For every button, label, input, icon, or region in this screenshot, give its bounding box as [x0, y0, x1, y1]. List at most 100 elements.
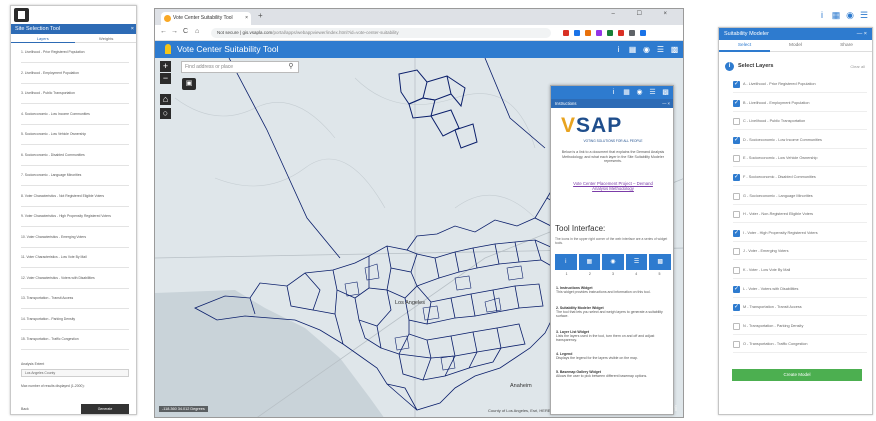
criteria-row[interactable]: 14. Transportation - Parking Density	[21, 317, 131, 321]
layer-checkbox-item[interactable]: I - Voter - High Propensity Registered V…	[733, 229, 867, 238]
layer-checkbox-item[interactable]: H - Voter - Non-Registered Eligible Vote…	[733, 210, 867, 219]
extension-icon[interactable]	[640, 30, 646, 36]
list-icon[interactable]: ☰	[648, 88, 657, 97]
search-icon[interactable]: ⚲	[285, 62, 297, 72]
checkbox-checked-icon[interactable]	[733, 99, 740, 107]
criteria-row[interactable]: 3. Livelihood - Public Transportation	[21, 91, 131, 95]
basemap-icon[interactable]: ◉	[641, 44, 652, 55]
checkbox-checked-icon[interactable]	[733, 229, 740, 237]
criteria-row[interactable]: 7. Socioeconomic - Language Minorities	[21, 173, 131, 177]
layer-checkbox-item[interactable]: J - Voter - Emerging Voters	[733, 247, 867, 256]
url-field[interactable]: Not secure | gis.vsapla.com/portal/apps/…	[211, 28, 551, 38]
create-model-button[interactable]: Create Model	[732, 369, 862, 381]
new-tab-button[interactable]: +	[258, 11, 263, 20]
extension-icon[interactable]	[607, 30, 613, 36]
layer-checkbox-item[interactable]: F - Socioeconomic - Disabled Communities	[733, 173, 867, 182]
checkbox-checked-icon[interactable]	[733, 136, 740, 144]
criteria-row[interactable]: 11. Voter Characteristics - Low Vote By …	[21, 255, 131, 259]
row-divider	[21, 62, 129, 63]
criteria-row[interactable]: 2. Livelihood - Employment Population	[21, 71, 131, 75]
basemap-icon[interactable]: ◉	[844, 9, 856, 21]
tab-select[interactable]: Select	[719, 40, 770, 52]
layer-toggle-icon[interactable]: ▣	[182, 78, 196, 90]
app-menu-icon[interactable]	[14, 8, 29, 22]
layer-checkbox-item[interactable]: K - Voter - Low Vote By Mail	[733, 266, 867, 275]
checkbox-checked-icon[interactable]	[733, 303, 740, 312]
reload-icon[interactable]: C	[183, 28, 188, 35]
checkbox-checked-icon[interactable]	[733, 173, 740, 181]
clear-all-link[interactable]: Clear all	[850, 61, 865, 72]
checkbox-unchecked-icon[interactable]	[733, 341, 740, 349]
popup-window-controls[interactable]: — ×	[662, 99, 670, 108]
layer-checkbox-item[interactable]: B - Livelihood - Employment Population	[733, 99, 867, 108]
criteria-row[interactable]: 1. Livelihood - Prior Registered Populat…	[21, 50, 131, 54]
layer-checkbox-item[interactable]: M - Transportation - Transit Access	[733, 303, 867, 312]
checkbox-unchecked-icon[interactable]	[733, 267, 740, 274]
layer-checkbox-item[interactable]: G - Socioeconomic - Language Minorities	[733, 192, 867, 201]
home-button[interactable]: ⌂	[160, 94, 171, 105]
list-icon[interactable]: ☰	[655, 44, 666, 55]
extension-icon[interactable]	[563, 30, 569, 36]
tab-close-icon[interactable]: ×	[245, 12, 248, 25]
criteria-row[interactable]: 12. Voter Characteristics - Voters with …	[21, 276, 131, 280]
extension-icon[interactable]	[596, 30, 602, 36]
checkbox-unchecked-icon[interactable]	[733, 248, 740, 256]
checkbox-unchecked-icon[interactable]	[733, 192, 740, 200]
extension-icon[interactable]	[618, 30, 624, 36]
layers-grid-icon[interactable]: ▦	[830, 9, 842, 21]
criteria-row[interactable]: 9. Voter Characteristics - High Propensi…	[21, 214, 131, 218]
forward-arrow-icon[interactable]: →	[171, 28, 178, 35]
checkbox-unchecked-icon[interactable]	[733, 211, 740, 219]
checkbox-unchecked-icon[interactable]	[733, 118, 740, 126]
layer-checkbox-item[interactable]: O - Transportation - Traffic Congestion	[733, 340, 867, 349]
layers-grid-icon[interactable]: ▦	[627, 44, 638, 55]
extent-select[interactable]: Los Angeles County	[21, 369, 129, 377]
search-input[interactable]: Find address or place	[181, 61, 299, 73]
layers-grid-icon[interactable]: ▦	[622, 88, 631, 97]
back-link[interactable]: Back	[21, 407, 29, 411]
criteria-row[interactable]: 13. Transportation - Transit Access	[21, 296, 131, 300]
layer-checkbox-item[interactable]: A - Livelihood - Prior Registered Popula…	[733, 80, 867, 89]
locate-button[interactable]: ○	[160, 108, 171, 119]
apps-icon[interactable]: ▩	[661, 88, 670, 97]
tab-model[interactable]: Model	[770, 40, 821, 52]
browser-tab[interactable]: Vote Center Suitability Tool ×	[161, 12, 251, 25]
modeler-window-controls[interactable]: — ×	[857, 28, 867, 40]
list-icon[interactable]: ☰	[858, 9, 870, 21]
generate-button[interactable]: Generate	[81, 404, 129, 414]
criteria-row[interactable]: 10. Voter Characteristics - Emerging Vot…	[21, 235, 131, 239]
layer-checkbox-item[interactable]: D - Socioeconomic - Low Income Communiti…	[733, 136, 867, 145]
extension-icon[interactable]	[574, 30, 580, 36]
layer-checkbox-item[interactable]: N - Transportation - Parking Density	[733, 322, 867, 331]
window-controls[interactable]: – ☐ ×	[611, 10, 677, 17]
layer-checkbox-item[interactable]: C - Livelihood - Public Transportation	[733, 117, 867, 126]
checkbox-checked-icon[interactable]	[733, 285, 740, 293]
checkbox-checked-icon[interactable]	[733, 80, 740, 88]
criteria-row[interactable]: 15. Transportation - Traffic Congestion	[21, 337, 131, 341]
home-icon[interactable]: ⌂	[195, 28, 199, 35]
layer-checkbox-item[interactable]: E - Socioeconomic - Low Vehicle Ownershi…	[733, 154, 867, 163]
extension-icon[interactable]	[629, 30, 635, 36]
tab-weights[interactable]: Weights	[74, 34, 136, 43]
zoom-out-button[interactable]: −	[160, 73, 171, 84]
basemap-icon[interactable]: ◉	[635, 88, 644, 97]
tab-share[interactable]: Share	[821, 40, 872, 52]
zoom-in-button[interactable]: +	[160, 61, 171, 72]
close-icon[interactable]: ×	[131, 24, 134, 34]
layer-checkbox-item[interactable]: L - Voter - Voters with Disabilities	[733, 285, 867, 294]
criteria-row[interactable]: 6. Socioeconomic - Disabled Communities	[21, 153, 131, 157]
tab-layers[interactable]: Layers	[11, 34, 75, 43]
info-icon[interactable]: i	[609, 88, 618, 97]
criteria-row[interactable]: 5. Socioeconomic - Low Vehicle Ownership	[21, 132, 131, 136]
info-icon[interactable]: i	[613, 44, 624, 55]
apps-icon[interactable]: ▩	[669, 44, 680, 55]
info-icon[interactable]: i	[816, 9, 828, 21]
criteria-row[interactable]: 8. Voter Characteristics - Not Registere…	[21, 194, 131, 198]
checkbox-unchecked-icon[interactable]	[733, 155, 740, 163]
criteria-row[interactable]: 4. Socioeconomic - Low Income Communitie…	[21, 112, 131, 116]
extension-icon[interactable]	[585, 30, 591, 36]
info-icon[interactable]: i	[725, 62, 734, 71]
back-arrow-icon[interactable]: ←	[160, 28, 167, 35]
methodology-link[interactable]: Vote Center Placement Project – Demand A…	[567, 181, 659, 191]
checkbox-unchecked-icon[interactable]	[733, 322, 740, 330]
